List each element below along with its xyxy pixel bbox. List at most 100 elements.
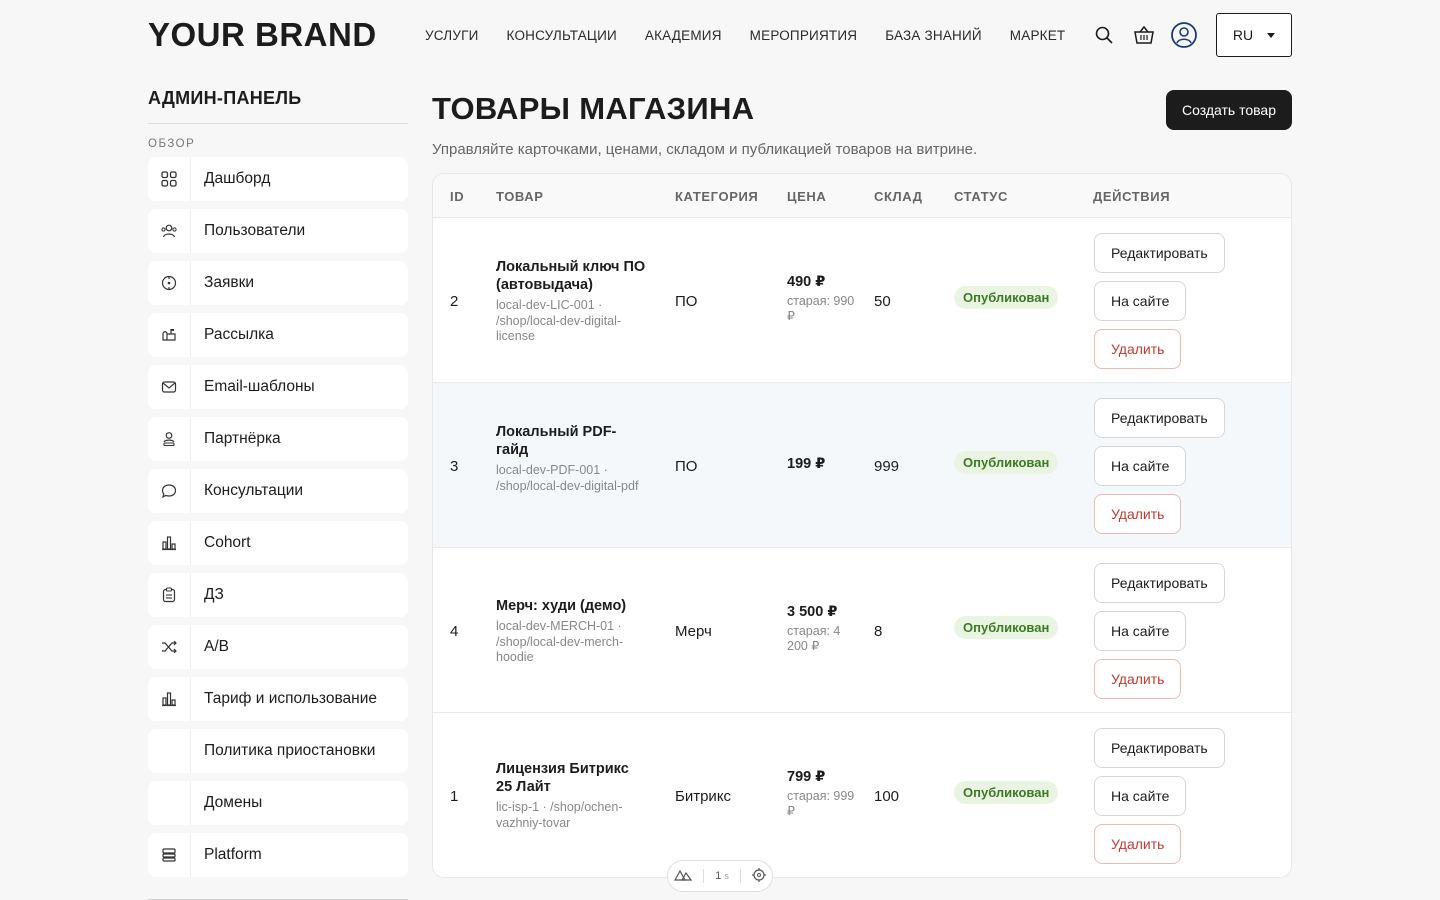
sidebar-item-homework[interactable]: ДЗ bbox=[148, 573, 408, 617]
users-icon bbox=[148, 209, 191, 253]
language-select[interactable]: RU bbox=[1216, 13, 1292, 57]
edit-button[interactable]: Редактировать bbox=[1094, 398, 1225, 438]
sidebar-item-label: Политика приостановки bbox=[204, 742, 376, 759]
mailbox-icon bbox=[148, 313, 191, 357]
delete-button[interactable]: Удалить bbox=[1094, 494, 1182, 534]
crosshair-icon[interactable] bbox=[752, 867, 767, 885]
search-icon[interactable] bbox=[1084, 15, 1124, 55]
nav-item-knowledge-base[interactable]: БАЗА ЗНАНИЙ bbox=[885, 28, 982, 43]
delete-button[interactable]: Удалить bbox=[1094, 329, 1182, 369]
column-header-status[interactable]: СТАТУС bbox=[954, 189, 1008, 204]
sidebar-item-tariff[interactable]: Тариф и использование bbox=[148, 677, 408, 721]
sidebar-item-ab[interactable]: A/B bbox=[148, 625, 408, 669]
sidebar-item-cohort[interactable]: Cohort bbox=[148, 521, 408, 565]
column-header-stock[interactable]: СКЛАД bbox=[874, 189, 923, 204]
nav-item-consultations[interactable]: КОНСУЛЬТАЦИИ bbox=[507, 28, 617, 43]
sidebar-item-users[interactable]: Пользователи bbox=[148, 209, 408, 253]
row-actions: Редактировать На сайте Удалить bbox=[1094, 563, 1225, 707]
grid-icon bbox=[148, 157, 191, 201]
main-nav: УСЛУГИ КОНСУЛЬТАЦИИ АКАДЕМИЯ МЕРОПРИЯТИЯ… bbox=[425, 28, 1065, 43]
pill-timer-unit: s bbox=[724, 871, 729, 881]
row-id: 1 bbox=[450, 788, 459, 805]
column-header-product[interactable]: ТОВАР bbox=[496, 189, 544, 204]
sidebar-item-label: ДЗ bbox=[204, 586, 224, 603]
status-badge: Опубликован bbox=[954, 781, 1059, 804]
edit-button[interactable]: Редактировать bbox=[1094, 233, 1225, 273]
sidebar-item-label: Cohort bbox=[204, 534, 251, 551]
price-old: старая: 999 ₽ bbox=[787, 789, 855, 818]
row-price: 3 500 ₽ старая: 4 200 ₽ bbox=[787, 604, 857, 654]
nav-item-academy[interactable]: АКАДЕМИЯ bbox=[645, 28, 722, 43]
view-on-site-button[interactable]: На сайте bbox=[1094, 776, 1187, 816]
row-id: 4 bbox=[450, 623, 459, 640]
sidebar-item-label: Email-шаблоны bbox=[204, 378, 315, 395]
price-old: старая: 990 ₽ bbox=[787, 294, 855, 323]
view-on-site-button[interactable]: На сайте bbox=[1094, 446, 1187, 486]
empty-icon-slot bbox=[148, 729, 191, 773]
pill-timer-value: 1 bbox=[715, 870, 722, 882]
column-header-category[interactable]: КАТЕГОРИЯ bbox=[675, 189, 758, 204]
table-header: ID ТОВАР КАТЕГОРИЯ ЦЕНА СКЛАД СТАТУС ДЕЙ… bbox=[433, 174, 1291, 218]
column-header-price[interactable]: ЦЕНА bbox=[787, 189, 826, 204]
nav-item-services[interactable]: УСЛУГИ bbox=[425, 28, 479, 43]
table-row: 4 Мерч: худи (демо) local-dev-MERCH-01 ·… bbox=[433, 548, 1291, 713]
row-category: Мерч bbox=[675, 623, 712, 640]
column-header-id[interactable]: ID bbox=[450, 189, 464, 204]
sidebar-item-label: Партнёрка bbox=[204, 430, 281, 447]
view-on-site-button[interactable]: На сайте bbox=[1094, 611, 1187, 651]
edit-button[interactable]: Редактировать bbox=[1094, 563, 1225, 603]
view-on-site-button[interactable]: На сайте bbox=[1094, 281, 1187, 321]
row-category: ПО bbox=[675, 293, 698, 310]
sidebar-item-consultations[interactable]: Консультации bbox=[148, 469, 408, 513]
basket-icon[interactable] bbox=[1124, 15, 1164, 55]
delete-button[interactable]: Удалить bbox=[1094, 824, 1182, 864]
create-product-button[interactable]: Создать товар bbox=[1166, 90, 1292, 130]
admin-sidebar: АДМИН-ПАНЕЛЬ ОБЗОР Дашборд Пользователи … bbox=[148, 88, 408, 900]
clipboard-icon bbox=[148, 573, 191, 617]
sidebar-item-label: Дашборд bbox=[204, 170, 271, 187]
sidebar-item-partners[interactable]: Партнёрка bbox=[148, 417, 408, 461]
table-row: 3 Локальный PDF-гайд local-dev-PDF-001 ·… bbox=[433, 383, 1291, 548]
sidebar-item-label: A/B bbox=[204, 638, 229, 655]
brand-logo[interactable]: YOUR BRAND bbox=[148, 16, 425, 54]
sidebar-item-label: Пользователи bbox=[204, 222, 306, 239]
sidebar-title: АДМИН-ПАНЕЛЬ bbox=[148, 88, 408, 124]
server-icon bbox=[148, 833, 191, 877]
row-id: 3 bbox=[450, 458, 459, 475]
pill-separator bbox=[702, 869, 704, 883]
target-icon bbox=[148, 261, 191, 305]
product-name[interactable]: Мерч: худи (демо) bbox=[496, 597, 646, 615]
sidebar-item-domains[interactable]: Домены bbox=[148, 781, 408, 825]
sidebar-item-label: Домены bbox=[204, 794, 263, 811]
sidebar-item-email-templates[interactable]: Email-шаблоны bbox=[148, 365, 408, 409]
nav-item-market[interactable]: МАРКЕТ bbox=[1010, 28, 1066, 43]
row-stock: 8 bbox=[874, 623, 883, 640]
devtools-pill[interactable]: 1 s bbox=[667, 860, 773, 892]
nav-item-events[interactable]: МЕРОПРИЯТИЯ bbox=[750, 28, 858, 43]
product-meta: local-dev-LIC-001 · /shop/local-dev-digi… bbox=[496, 298, 622, 343]
sidebar-item-label: Заявки bbox=[204, 274, 255, 291]
sidebar-item-dashboard[interactable]: Дашборд bbox=[148, 157, 408, 201]
row-status: Опубликован bbox=[954, 286, 1059, 309]
user-icon[interactable] bbox=[1164, 15, 1204, 55]
main-content: ТОВАРЫ МАГАЗИНА Управляйте карточками, ц… bbox=[432, 88, 1292, 878]
product-name[interactable]: Локальный ключ ПО (автовыдача) bbox=[496, 258, 646, 294]
sidebar-item-requests[interactable]: Заявки bbox=[148, 261, 408, 305]
bar-chart-icon bbox=[148, 677, 191, 721]
row-price: 199 ₽ bbox=[787, 456, 857, 472]
nuxt-logo-icon[interactable] bbox=[673, 869, 692, 884]
sidebar-item-platform[interactable]: Platform bbox=[148, 833, 408, 877]
row-product: Локальный PDF-гайд local-dev-PDF-001 · /… bbox=[496, 423, 646, 494]
product-meta: local-dev-PDF-001 · /shop/local-dev-digi… bbox=[496, 463, 639, 493]
sidebar-item-mailing[interactable]: Рассылка bbox=[148, 313, 408, 357]
column-header-actions: ДЕЙСТВИЯ bbox=[1093, 189, 1171, 204]
sidebar-item-suspension-policy[interactable]: Политика приостановки bbox=[148, 729, 408, 773]
edit-button[interactable]: Редактировать bbox=[1094, 728, 1225, 768]
top-header: YOUR BRAND УСЛУГИ КОНСУЛЬТАЦИИ АКАДЕМИЯ … bbox=[148, 0, 1292, 70]
delete-button[interactable]: Удалить bbox=[1094, 659, 1182, 699]
sidebar-item-label: Консультации bbox=[204, 482, 304, 499]
price-old: старая: 4 200 ₽ bbox=[787, 624, 841, 653]
product-name[interactable]: Лицензия Битрикс 25 Лайт bbox=[496, 760, 646, 796]
product-name[interactable]: Локальный PDF-гайд bbox=[496, 423, 646, 459]
shuffle-icon bbox=[148, 625, 191, 669]
